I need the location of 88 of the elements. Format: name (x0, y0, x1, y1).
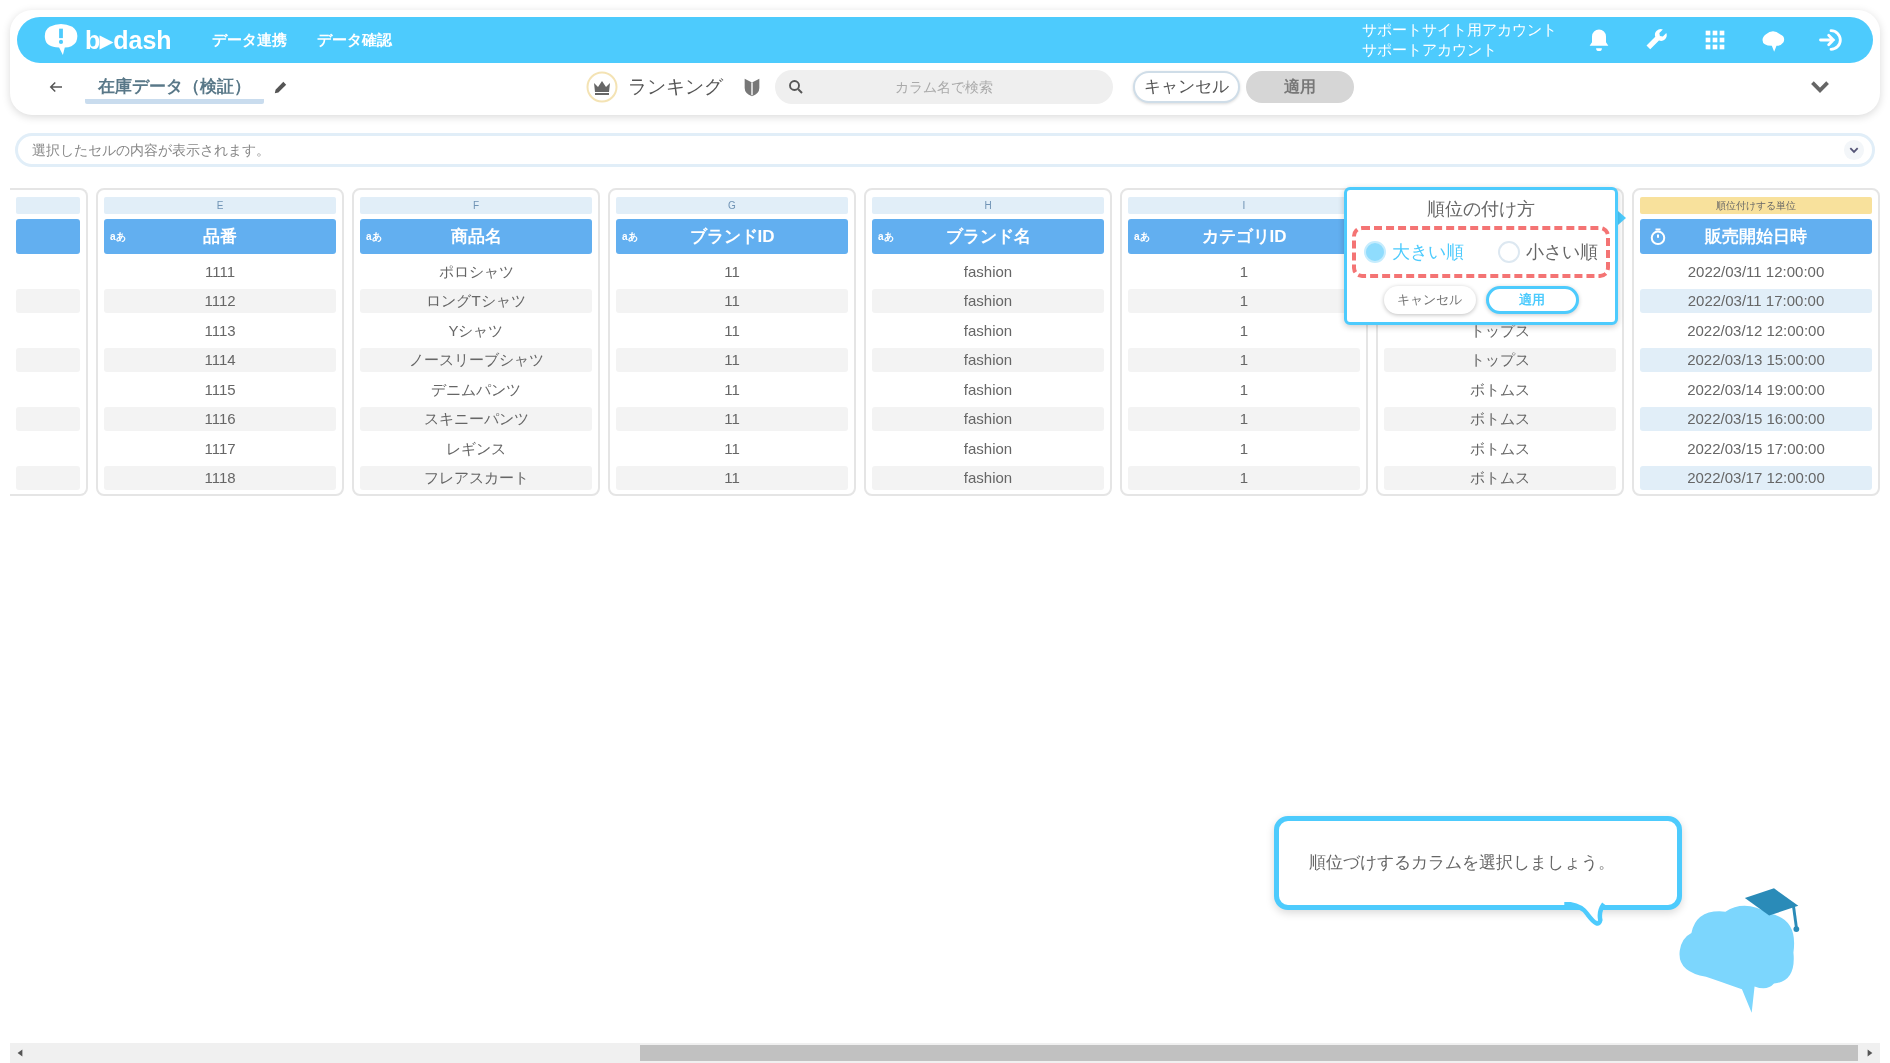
table-cell[interactable]: fashion (872, 289, 1104, 314)
table-cell[interactable]: 1111 (104, 259, 336, 284)
table-cell[interactable]: 11 (616, 318, 848, 343)
table-cell[interactable]: 1116 (104, 407, 336, 432)
table-cell[interactable]: fashion (872, 466, 1104, 491)
type-label: aあ (366, 230, 382, 244)
sign-in-icon[interactable] (1817, 26, 1845, 54)
table-cell[interactable]: ノースリーブシャツ (360, 348, 592, 373)
table-cell[interactable]: fashion (872, 407, 1104, 432)
table-cell[interactable]: Yシャツ (360, 318, 592, 343)
table-cell[interactable]: 2022/03/17 12:00:00 (1640, 466, 1872, 491)
mode-label: ランキング (628, 74, 723, 99)
table-cell[interactable]: ボトムス (1384, 407, 1616, 432)
column-letter: H (872, 197, 1104, 214)
table-cell[interactable]: 2022/03/11 12:00:00 (1640, 259, 1872, 284)
table-cell[interactable]: 1 (1128, 377, 1360, 402)
table-cell[interactable]: 1 (1128, 436, 1360, 461)
account-name: サポートアカウント (1362, 40, 1498, 60)
column-band: 順位付けする単位 (1640, 197, 1872, 214)
table-cell[interactable]: 2022/03/14 19:00:00 (1640, 377, 1872, 402)
column-header[interactable] (16, 219, 80, 254)
horizontal-scrollbar[interactable] (10, 1043, 1880, 1063)
table-cell[interactable]: fashion (872, 377, 1104, 402)
table-cell[interactable]: 11 (616, 259, 848, 284)
cancel-button[interactable]: キャンセル (1133, 71, 1240, 103)
expand-icon[interactable] (1843, 139, 1865, 161)
column-letter: E (104, 197, 336, 214)
account-name: サポートサイト用アカウント (1362, 20, 1557, 40)
search-field[interactable]: カラム名で検索 (775, 70, 1113, 104)
table-cell[interactable]: 1113 (104, 318, 336, 343)
scrollbar-thumb[interactable] (640, 1045, 1858, 1061)
table-cell[interactable]: フレアスカート (360, 466, 592, 491)
table-cell[interactable]: ボトムス (1384, 377, 1616, 402)
table-cell[interactable]: 1 (1128, 466, 1360, 491)
popup-title: 順位の付け方 (1427, 198, 1535, 221)
table-cell[interactable]: 1115 (104, 377, 336, 402)
column-letter: F (360, 197, 592, 214)
table-cell[interactable]: 11 (616, 407, 848, 432)
table-cell[interactable]: 1118 (104, 466, 336, 491)
table-cell[interactable]: 11 (616, 466, 848, 491)
column-title: ブランド名 (945, 225, 1031, 248)
table-cell[interactable]: デニムパンツ (360, 377, 592, 402)
timer-icon (1648, 226, 1668, 247)
table-cell[interactable]: トップス (1384, 348, 1616, 373)
table-cell[interactable]: 1112 (104, 289, 336, 314)
table-cell[interactable]: 2022/03/12 12:00:00 (1640, 318, 1872, 343)
table-cell[interactable]: 1114 (104, 348, 336, 373)
table-cell[interactable]: 11 (616, 348, 848, 373)
table-cell[interactable]: 11 (616, 377, 848, 402)
table-cell[interactable]: ポロシャツ (360, 259, 592, 284)
table-cell[interactable]: スキニーパンツ (360, 407, 592, 432)
table-cell[interactable]: ボトムス (1384, 436, 1616, 461)
column-title: 商品名 (450, 225, 502, 248)
table-cell[interactable]: 1 (1128, 318, 1360, 343)
column-title: 品番 (203, 225, 237, 248)
dataset-title[interactable]: 在庫データ（検証） (85, 70, 264, 104)
table-cell[interactable]: 11 (616, 289, 848, 314)
table-cell[interactable]: 11 (616, 436, 848, 461)
radio-option[interactable]: 小さい順 (1498, 238, 1598, 266)
tip-text: 順位づけするカラムを選択しましょう。 (1309, 852, 1615, 875)
table-cell[interactable]: 2022/03/13 15:00:00 (1640, 348, 1872, 373)
cancel-button[interactable]: キャンセル (1383, 286, 1476, 314)
logo-text: b▸dash (85, 27, 172, 53)
table-cell[interactable]: 2022/03/11 17:00:00 (1640, 289, 1872, 314)
type-label: aあ (110, 230, 126, 244)
column-title: カテゴリID (1201, 225, 1287, 248)
table-cell[interactable]: fashion (872, 436, 1104, 461)
table-cell[interactable]: 1117 (104, 436, 336, 461)
column-title: ブランドID (689, 225, 775, 248)
table-cell[interactable]: 2022/03/15 16:00:00 (1640, 407, 1872, 432)
table-cell[interactable]: fashion (872, 348, 1104, 373)
cell-content-field[interactable]: 選択したセルの内容が表示されます。 (15, 133, 1875, 167)
type-label: aあ (878, 230, 894, 244)
column-letter (16, 197, 80, 214)
search-icon (787, 78, 805, 96)
table-cell[interactable]: 2022/03/15 17:00:00 (1640, 436, 1872, 461)
table-cell[interactable]: fashion (872, 259, 1104, 284)
table-cell[interactable]: 1 (1128, 407, 1360, 432)
table-cell[interactable]: fashion (872, 318, 1104, 343)
table-cell[interactable]: ロングTシャツ (360, 289, 592, 314)
table-cell[interactable]: 1 (1128, 348, 1360, 373)
table-cell[interactable]: レギンス (360, 436, 592, 461)
column-title: 販売開始日時 (1705, 225, 1807, 248)
type-label: aあ (1134, 230, 1150, 244)
table-cell[interactable]: ボトムス (1384, 466, 1616, 491)
column-letter: G (616, 197, 848, 214)
type-label: aあ (622, 230, 638, 244)
crown-icon (586, 71, 618, 103)
